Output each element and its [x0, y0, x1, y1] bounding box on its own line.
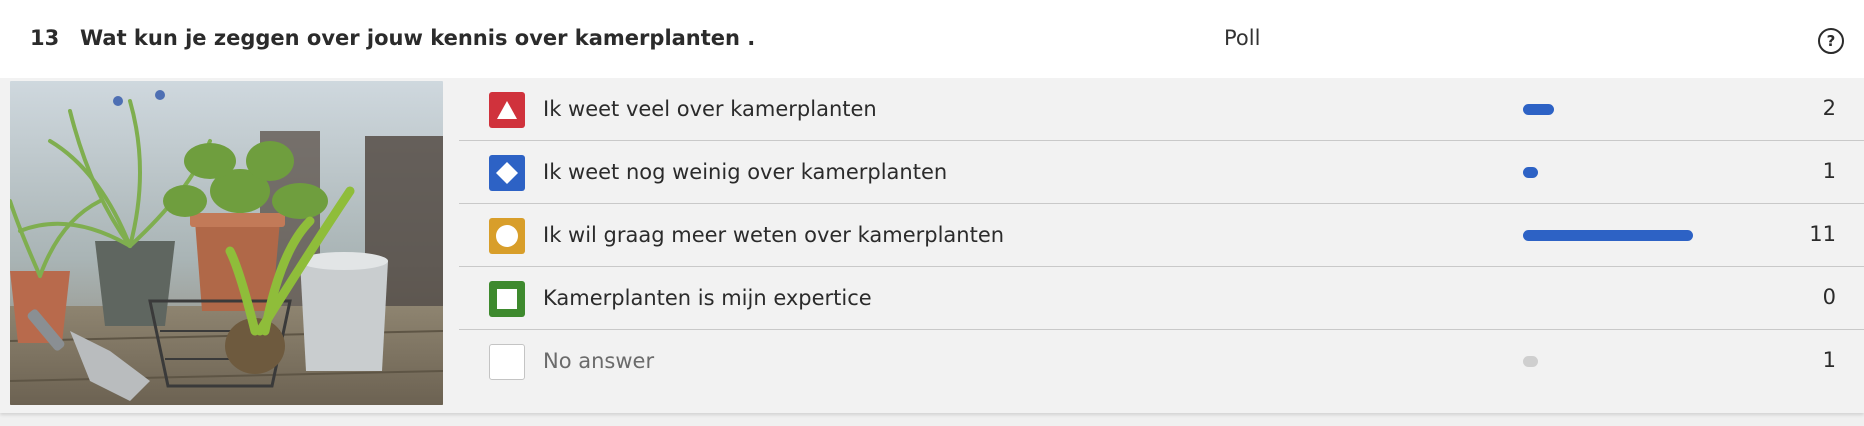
answer-count: 1 — [1822, 348, 1836, 372]
square-icon — [489, 281, 525, 317]
answer-label: No answer — [543, 349, 655, 373]
answer-count: 11 — [1809, 222, 1836, 246]
result-bar — [1523, 167, 1538, 178]
answer-row: Ik weet nog weinig over kamerplanten 1 — [459, 141, 1864, 204]
question-header: 13 Wat kun je zeggen over jouw kennis ov… — [0, 0, 1864, 78]
answer-list: Ik weet veel over kamerplanten 2 Ik weet… — [459, 78, 1864, 392]
answer-label: Ik weet veel over kamerplanten — [543, 97, 877, 121]
circle-icon — [489, 218, 525, 254]
answer-row: Ik weet veel over kamerplanten 2 — [459, 78, 1864, 141]
question-title: Wat kun je zeggen over jouw kennis over … — [80, 26, 756, 50]
diamond-icon — [489, 155, 525, 191]
answer-row: Kamerplanten is mijn expertice 0 — [459, 267, 1864, 330]
houseplants-photo — [10, 81, 443, 405]
answer-count: 1 — [1822, 159, 1836, 183]
answer-label: Ik wil graag meer weten over kamerplante… — [543, 223, 1005, 247]
answer-label: Kamerplanten is mijn expertice — [543, 286, 872, 310]
question-circle-icon[interactable]: ? — [1818, 28, 1844, 54]
answer-count: 2 — [1822, 96, 1836, 120]
answer-row: Ik wil graag meer weten over kamerplante… — [459, 204, 1864, 267]
question-type: Poll — [1224, 26, 1261, 50]
question-image — [10, 81, 443, 405]
triangle-icon — [489, 92, 525, 128]
empty-box-icon — [489, 344, 525, 380]
question-card: 13 Wat kun je zeggen over jouw kennis ov… — [0, 0, 1864, 413]
answer-count: 0 — [1822, 285, 1836, 309]
question-number: 13 — [30, 26, 60, 50]
question-body: Ik weet veel over kamerplanten 2 Ik weet… — [0, 78, 1864, 413]
result-bar — [1523, 104, 1554, 115]
answer-label: Ik weet nog weinig over kamerplanten — [543, 160, 948, 184]
result-bar — [1523, 356, 1538, 367]
result-bar — [1523, 230, 1693, 241]
answer-row: No answer 1 — [459, 330, 1864, 392]
